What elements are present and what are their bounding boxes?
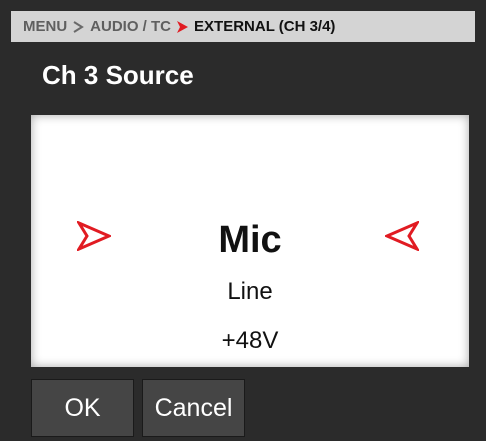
breadcrumb-item-menu[interactable]: MENU	[23, 18, 67, 35]
option-line[interactable]: Line	[31, 278, 469, 306]
breadcrumb-current: EXTERNAL (CH 3/4)	[194, 18, 336, 35]
chevron-right-icon	[73, 20, 85, 33]
breadcrumb-item-audio-tc[interactable]: AUDIO / TC	[90, 18, 171, 35]
cancel-button[interactable]: Cancel	[142, 379, 245, 437]
red-arrow-left-icon[interactable]	[383, 219, 421, 256]
page-title: Ch 3 Source	[42, 60, 194, 90]
option-48v[interactable]: +48V	[31, 327, 469, 355]
breadcrumb: MENU AUDIO / TC EXTERNAL (CH 3/4)	[11, 11, 475, 42]
ok-button[interactable]: OK	[31, 379, 134, 437]
source-selector[interactable]: Mic Line +48V	[31, 115, 469, 367]
red-arrow-right-icon	[177, 20, 189, 33]
